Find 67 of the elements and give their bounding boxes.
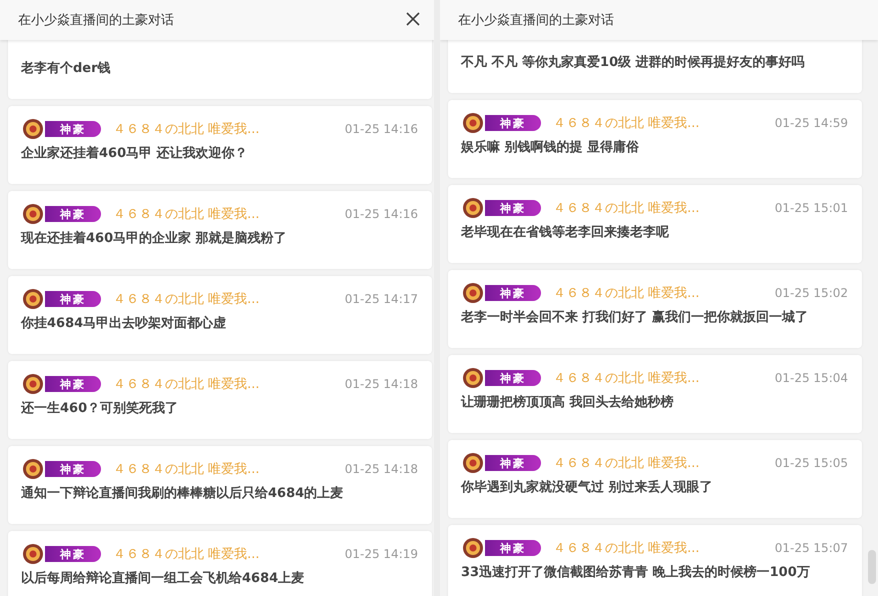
close-icon <box>406 12 420 26</box>
medal-icon <box>22 373 44 395</box>
medal-icon <box>22 203 44 225</box>
message-time: 01-25 14:59 <box>774 116 848 130</box>
rank-label: 神豪 <box>485 285 541 301</box>
message-time: 01-25 14:18 <box>344 462 418 476</box>
message-time: 01-25 15:04 <box>774 371 848 385</box>
medal-icon <box>462 537 484 559</box>
message-time: 01-25 14:19 <box>344 547 418 561</box>
message-time: 01-25 14:17 <box>344 292 418 306</box>
user-name[interactable]: ４６８４の北北 唯爱我... <box>113 460 260 478</box>
user-name[interactable]: ４６８４の北北 唯爱我... <box>553 284 700 302</box>
rank-label: 神豪 <box>45 206 101 222</box>
panel-title: 在小少焱直播间的土豪对话 <box>458 12 614 29</box>
user-name[interactable]: ４６８４の北北 唯爱我... <box>113 120 260 138</box>
message-time: 01-25 15:01 <box>774 201 848 215</box>
message-text: 现在还挂着460马甲的企业家 那就是脑残粉了 <box>21 232 288 246</box>
medal-icon <box>462 367 484 389</box>
user-name[interactable]: ４６８４の北北 唯爱我... <box>553 114 700 132</box>
user-name[interactable]: ４６８４の北北 唯爱我... <box>553 199 700 217</box>
message-time: 01-25 15:05 <box>774 456 848 470</box>
rank-label: 神豪 <box>45 546 101 562</box>
close-button[interactable] <box>406 12 422 28</box>
user-name[interactable]: ４６８４の北北 唯爱我... <box>553 454 700 472</box>
message-text: 你毕遇到丸家就没硬气过 别过来丢人现眼了 <box>461 481 714 495</box>
message-text: 不凡 不凡 等你丸家真爱10级 进群的时候再提好友的事好吗 <box>461 56 806 70</box>
medal-icon <box>22 458 44 480</box>
user-name[interactable]: ４６８４の北北 唯爱我... <box>553 369 700 387</box>
panel-title: 在小少焱直播间的土豪对话 <box>18 12 174 29</box>
message-text: 33迅速打开了微信截图给苏青青 晚上我去的时候榜一100万 <box>461 566 811 580</box>
medal-icon <box>22 543 44 565</box>
user-name[interactable]: ４６８４の北北 唯爱我... <box>113 545 260 563</box>
message-text: 通知一下辩论直播间我刷的棒棒糖以后只给4684的上麦 <box>21 487 344 501</box>
user-name[interactable]: ４６８４の北北 唯爱我... <box>113 205 260 223</box>
message-text: 老李有个der钱 <box>21 62 112 76</box>
medal-icon <box>462 452 484 474</box>
rank-label: 神豪 <box>45 291 101 307</box>
user-name[interactable]: ４６８４の北北 唯爱我... <box>553 539 700 557</box>
message-text: 让珊珊把榜顶顶高 我回头去给她秒榜 <box>461 396 675 410</box>
message-time: 01-25 14:18 <box>344 377 418 391</box>
rank-label: 神豪 <box>485 540 541 556</box>
message-text: 娱乐嘛 别钱啊钱的提 显得庸俗 <box>461 141 640 155</box>
user-name[interactable]: ４６８４の北北 唯爱我... <box>113 290 260 308</box>
rank-label: 神豪 <box>45 461 101 477</box>
medal-icon <box>462 282 484 304</box>
message-text: 以后每周给辩论直播间一组工会飞机给4684上麦 <box>21 572 306 586</box>
rank-label: 神豪 <box>485 455 541 471</box>
medal-icon <box>462 197 484 219</box>
message-text: 老李一时半会回不来 打我们好了 赢我们一把你就扳回一城了 <box>461 311 810 325</box>
rank-label: 神豪 <box>485 115 541 131</box>
medal-icon <box>22 118 44 140</box>
message-time: 01-25 15:02 <box>774 286 848 300</box>
message-text: 你挂4684马甲出去吵架对面都心虚 <box>21 317 228 331</box>
rank-label: 神豪 <box>485 370 541 386</box>
rank-label: 神豪 <box>485 200 541 216</box>
medal-icon <box>22 288 44 310</box>
message-text: 还一生460？可别笑死我了 <box>21 402 180 416</box>
message-time: 01-25 14:16 <box>344 122 418 136</box>
message-text: 企业家还挂着460马甲 还让我欢迎你？ <box>21 147 249 161</box>
user-name[interactable]: ４６８４の北北 唯爱我... <box>113 375 260 393</box>
message-time: 01-25 15:07 <box>774 541 848 555</box>
message-time: 01-25 14:16 <box>344 207 418 221</box>
rank-label: 神豪 <box>45 376 101 392</box>
message-text: 老毕现在在省钱等老李回来揍老李呢 <box>461 226 670 240</box>
medal-icon <box>462 112 484 134</box>
scrollbar-thumb[interactable] <box>868 550 876 584</box>
rank-label: 神豪 <box>45 121 101 137</box>
